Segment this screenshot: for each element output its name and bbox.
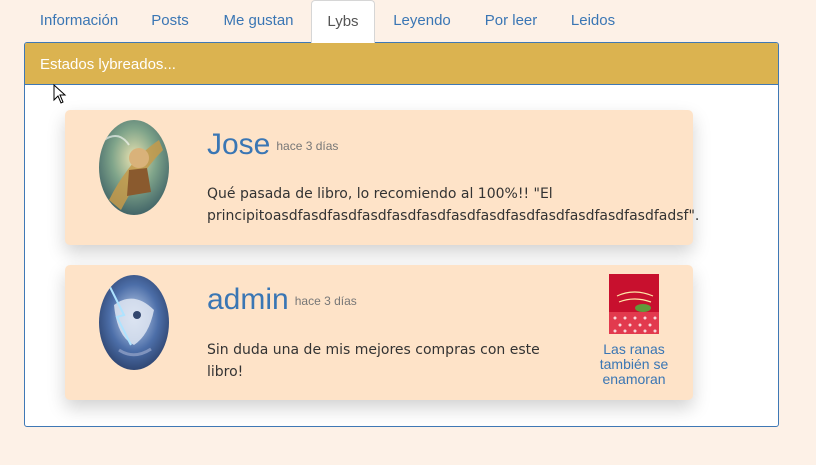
panel-heading: Estados lybreados... <box>25 43 778 85</box>
post-time: hace 3 días <box>276 139 339 154</box>
tab-leidos[interactable]: Leidos <box>553 0 633 42</box>
book-link[interactable]: Las ranas también se enamoran <box>595 274 673 387</box>
avatar[interactable] <box>99 120 169 215</box>
post-author-name[interactable]: Jose <box>207 128 270 161</box>
mouse-cursor-icon <box>53 84 67 104</box>
post-author[interactable]: admin hace 3 días <box>207 283 357 317</box>
tab-leyendo[interactable]: Leyendo <box>375 0 469 42</box>
tab-me-gustan[interactable]: Me gustan <box>206 0 311 42</box>
post-card: Jose hace 3 días Qué pasada de libro, lo … <box>65 110 699 245</box>
tab-posts[interactable]: Posts <box>134 0 206 42</box>
post-card: admin hace 3 días Sin duda una de mis mej… <box>65 265 693 400</box>
post-time: hace 3 días <box>294 294 357 309</box>
book-cover-image[interactable] <box>609 274 659 334</box>
tab-por-leer[interactable]: Por leer <box>469 0 553 42</box>
post-author-name[interactable]: admin <box>207 283 289 316</box>
post-message: Qué pasada de libro, lo recomiendo al 10… <box>207 186 700 224</box>
post-message: Sin duda una de mis mejores compras con … <box>207 342 540 380</box>
book-title[interactable]: Las ranas también se enamoran <box>595 342 673 387</box>
avatar-beast-image <box>99 275 169 370</box>
profile-tabs: Información Posts Me gustan Lybs Leyendo… <box>24 0 816 43</box>
post-author[interactable]: Jose hace 3 días <box>207 128 338 162</box>
tab-informacion[interactable]: Información <box>24 0 134 42</box>
tab-lybs[interactable]: Lybs <box>311 0 375 43</box>
lybs-panel: Estados lybreados... Jose hace 3 días Qu… <box>24 42 779 427</box>
avatar[interactable] <box>99 275 169 370</box>
avatar-warrior-image <box>99 120 169 215</box>
